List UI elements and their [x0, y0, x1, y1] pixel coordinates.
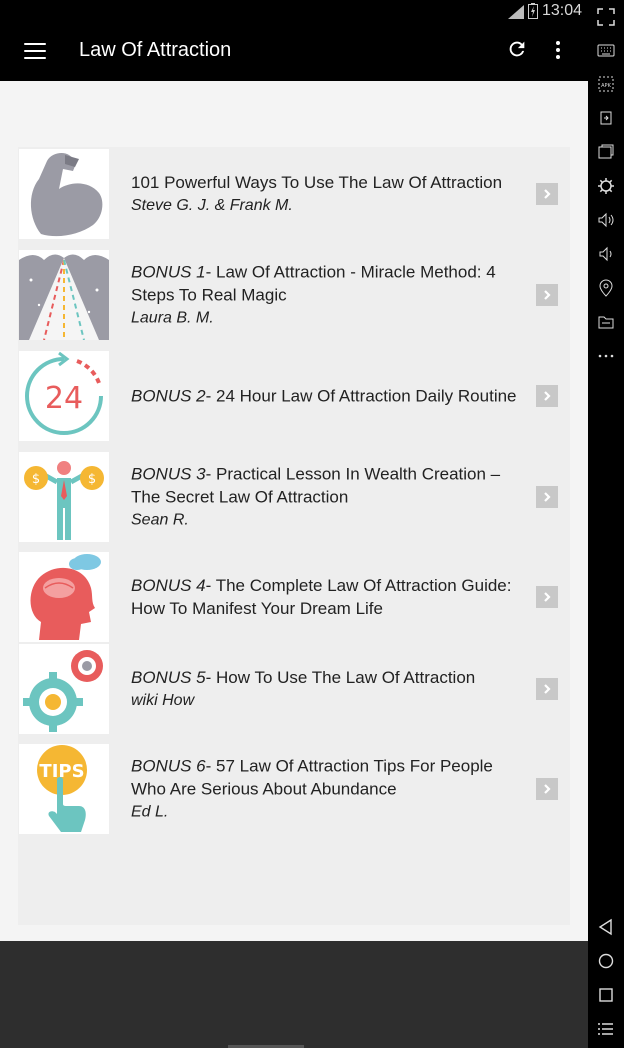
- svg-text:APK: APK: [601, 83, 611, 89]
- open-arrow-button[interactable]: [536, 586, 558, 608]
- book-author: Laura B. M.: [131, 309, 214, 327]
- chevron-right-icon: [544, 189, 551, 199]
- more-options-icon[interactable]: [588, 341, 624, 371]
- book-list-item[interactable]: $ $ BONUS 3- Practical Lesson In Wealth Cr…: [18, 451, 570, 543]
- book-title: 101 Powerful Ways To Use The Law Of Attr…: [131, 171, 531, 194]
- book-author: Steve G. J. & Frank M.: [131, 197, 293, 214]
- money-bags-man-icon: $ $: [24, 461, 104, 540]
- book-text: BONUS 2- 24 Hour Law Of Attraction Daily…: [131, 385, 531, 408]
- book-thumbnail: [19, 552, 109, 642]
- tips-hand-icon: TIPS: [37, 745, 87, 832]
- back-nav-icon[interactable]: [588, 912, 624, 942]
- hamburger-menu-icon[interactable]: [24, 40, 46, 62]
- window-icon[interactable]: [588, 137, 624, 167]
- book-list-item[interactable]: 24 BONUS 2- 24 Hour Law Of Attraction Dai…: [18, 350, 570, 442]
- book-text: 101 Powerful Ways To Use The Law Of Attr…: [131, 171, 531, 217]
- apk-install-icon[interactable]: APK: [588, 69, 624, 99]
- app-title: Law Of Attraction: [79, 39, 232, 61]
- book-title: BONUS 1- Law Of Attraction - Miracle Met…: [131, 261, 531, 307]
- book-author: wiki How: [131, 692, 195, 709]
- book-author: Ed L.: [131, 803, 169, 821]
- clock-24-icon: 24: [25, 351, 103, 435]
- book-thumbnail: 24: [19, 351, 109, 441]
- home-nav-icon[interactable]: [588, 946, 624, 976]
- signal-icon: [508, 5, 524, 19]
- list-menu-icon[interactable]: [588, 1014, 624, 1044]
- magic-road-icon: [19, 254, 109, 340]
- bonus-label: BONUS 1: [131, 262, 206, 282]
- book-title-text: - How To Use The Law Of Attraction: [205, 668, 476, 687]
- bottom-empty-area: [0, 941, 588, 1048]
- book-text: BONUS 1- Law Of Attraction - Miracle Met…: [131, 261, 531, 330]
- bonus-label: BONUS 2: [131, 386, 206, 406]
- chevron-right-icon: [544, 391, 551, 401]
- open-arrow-button[interactable]: [536, 678, 558, 700]
- chevron-right-icon: [544, 290, 551, 300]
- recents-nav-icon[interactable]: [588, 980, 624, 1010]
- open-arrow-button[interactable]: [536, 486, 558, 508]
- book-list-item[interactable]: TIPS BONUS 6- 57 Law Of Attraction Tips F…: [18, 743, 570, 835]
- volume-down-icon[interactable]: [588, 239, 624, 269]
- book-list-item[interactable]: BONUS 4- The Complete Law Of Attraction …: [18, 551, 570, 643]
- book-text: BONUS 3- Practical Lesson In Wealth Crea…: [131, 463, 531, 532]
- book-thumbnail: [19, 149, 109, 239]
- content-area: 101 Powerful Ways To Use The Law Of Attr…: [0, 81, 588, 941]
- book-list-item[interactable]: BONUS 1- Law Of Attraction - Miracle Met…: [18, 249, 570, 341]
- svg-text:$: $: [88, 472, 96, 487]
- clock-24-text: 24: [45, 381, 83, 416]
- chevron-right-icon: [544, 492, 551, 502]
- book-thumbnail: TIPS: [19, 744, 109, 834]
- head-brain-icon: [30, 554, 101, 640]
- battery-icon: [528, 3, 538, 19]
- flexed-arm-icon: [30, 153, 103, 237]
- rotate-icon[interactable]: [588, 103, 624, 133]
- book-title: BONUS 2- 24 Hour Law Of Attraction Daily…: [131, 385, 531, 408]
- book-author: Sean R.: [131, 511, 189, 529]
- status-icons: [508, 3, 538, 19]
- bonus-label: BONUS 4: [131, 576, 206, 595]
- book-thumbnail: [19, 250, 109, 340]
- overflow-menu-icon[interactable]: [548, 38, 568, 62]
- phone-screen: 13:04 Law Of Attraction 101 Powerful Way…: [0, 0, 588, 1048]
- app-bar: Law Of Attraction: [0, 24, 588, 81]
- keyboard-icon[interactable]: [588, 35, 624, 65]
- open-arrow-button[interactable]: [536, 778, 558, 800]
- fullscreen-icon[interactable]: [588, 2, 624, 32]
- book-list-item[interactable]: BONUS 5- How To Use The Law Of Attractio…: [18, 643, 570, 735]
- book-title-text: - 24 Hour Law Of Attraction Daily Routin…: [205, 386, 517, 406]
- chevron-right-icon: [544, 592, 551, 602]
- book-title: BONUS 4- The Complete Law Of Attraction …: [131, 574, 531, 620]
- status-time: 13:04: [541, 2, 582, 19]
- book-title: BONUS 5- How To Use The Law Of Attractio…: [131, 666, 531, 689]
- book-title: BONUS 3- Practical Lesson In Wealth Crea…: [131, 463, 531, 509]
- bonus-label: BONUS 5: [131, 668, 206, 687]
- volume-up-icon[interactable]: [588, 205, 624, 235]
- book-list-item[interactable]: 101 Powerful Ways To Use The Law Of Attr…: [18, 148, 570, 240]
- book-text: BONUS 4- The Complete Law Of Attraction …: [131, 574, 531, 620]
- open-arrow-button[interactable]: [536, 385, 558, 407]
- folder-icon[interactable]: [588, 307, 624, 337]
- bonus-label: BONUS 6: [131, 756, 206, 776]
- chevron-right-icon: [544, 684, 551, 694]
- book-thumbnail: $ $: [19, 452, 109, 542]
- settings-gear-icon[interactable]: [588, 171, 624, 201]
- open-arrow-button[interactable]: [536, 284, 558, 306]
- book-list: 101 Powerful Ways To Use The Law Of Attr…: [18, 147, 570, 925]
- status-bar: 13:04: [0, 0, 588, 24]
- refresh-icon[interactable]: [506, 38, 528, 60]
- book-title: BONUS 6- 57 Law Of Attraction Tips For P…: [131, 755, 531, 801]
- gears-icon: [23, 650, 103, 732]
- svg-text:$: $: [32, 472, 40, 487]
- location-icon[interactable]: [588, 273, 624, 303]
- book-text: BONUS 6- 57 Law Of Attraction Tips For P…: [131, 755, 531, 824]
- bonus-label: BONUS 3: [131, 464, 206, 484]
- book-title-text: 101 Powerful Ways To Use The Law Of Attr…: [131, 173, 503, 192]
- book-thumbnail: [19, 644, 109, 734]
- emulator-side-toolbar: APK: [588, 0, 624, 1048]
- chevron-right-icon: [544, 784, 551, 794]
- open-arrow-button[interactable]: [536, 183, 558, 205]
- book-text: BONUS 5- How To Use The Law Of Attractio…: [131, 666, 531, 712]
